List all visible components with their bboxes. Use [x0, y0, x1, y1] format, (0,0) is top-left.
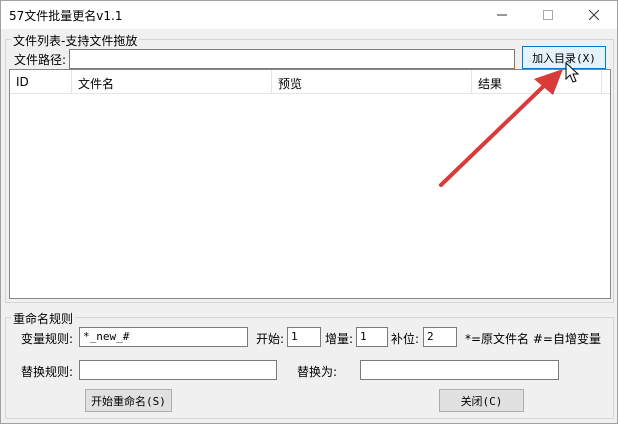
mouse-cursor-icon	[565, 62, 579, 83]
annotation-arrow-icon	[439, 69, 563, 187]
app-window: 57文件批量更名v1.1 文件列表-支持文件拖放 文件路径: 加入目录(X) I…	[0, 0, 618, 424]
